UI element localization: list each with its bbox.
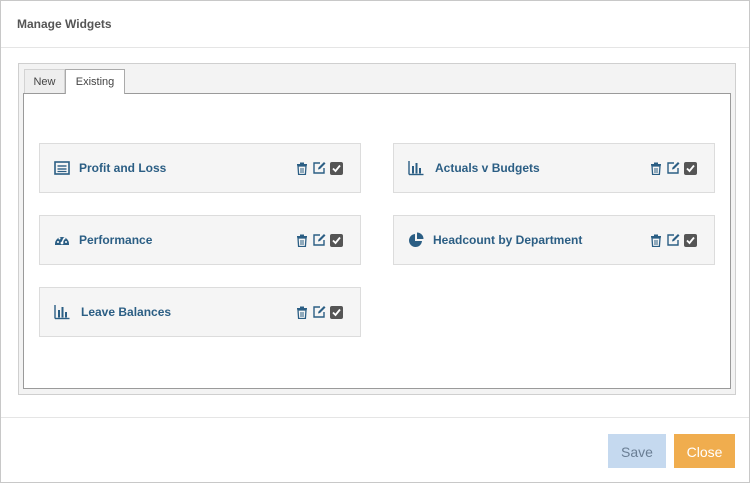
modal-header: Manage Widgets	[1, 1, 749, 48]
close-button[interactable]: Close	[674, 434, 735, 468]
save-button[interactable]: Save	[608, 434, 666, 468]
widget-label: Headcount by Department	[433, 233, 583, 247]
trash-icon[interactable]	[650, 162, 662, 175]
edit-icon[interactable]	[666, 161, 680, 175]
widget-actions	[296, 161, 346, 177]
edit-icon[interactable]	[666, 233, 680, 247]
edit-icon[interactable]	[312, 305, 326, 319]
modal-title: Manage Widgets	[17, 17, 112, 31]
edit-icon[interactable]	[312, 161, 326, 175]
widget-leave-balances: Leave Balances	[39, 287, 361, 337]
trash-icon[interactable]	[296, 306, 308, 319]
existing-widgets-list: Profit and Loss Actuals v Budgets Perfor…	[23, 93, 731, 389]
checkbox-checked-icon[interactable]	[330, 162, 343, 175]
widget-actuals-v-budgets: Actuals v Budgets	[393, 143, 715, 193]
widget-actions	[296, 233, 346, 249]
widget-actions	[650, 233, 700, 249]
widgets-panel: New Existing Profit and Loss Actuals v B…	[18, 63, 736, 395]
list-alt-icon	[54, 161, 70, 175]
trash-icon[interactable]	[650, 234, 662, 247]
widget-label: Actuals v Budgets	[435, 161, 540, 175]
edit-icon[interactable]	[312, 233, 326, 247]
checkbox-checked-icon[interactable]	[684, 162, 697, 175]
pie-chart-icon	[409, 232, 424, 247]
checkbox-checked-icon[interactable]	[330, 306, 343, 319]
widget-label: Leave Balances	[81, 305, 172, 319]
modal-footer: Save Close	[1, 417, 749, 483]
trash-icon[interactable]	[296, 162, 308, 175]
checkbox-checked-icon[interactable]	[684, 234, 697, 247]
widget-profit-and-loss: Profit and Loss	[39, 143, 361, 193]
widget-headcount-by-department: Headcount by Department	[393, 215, 715, 265]
tab-new[interactable]: New	[24, 69, 65, 93]
widget-actions	[296, 305, 346, 321]
widget-label: Performance	[79, 233, 153, 247]
widget-performance: Performance	[39, 215, 361, 265]
dashboard-gauge-icon	[55, 237, 69, 245]
checkbox-checked-icon[interactable]	[330, 234, 343, 247]
bar-chart-icon	[408, 161, 424, 176]
manage-widgets-modal: Manage Widgets New Existing Profit and L…	[0, 0, 750, 483]
tab-existing[interactable]: Existing	[65, 69, 125, 94]
widget-label: Profit and Loss	[79, 161, 167, 175]
bar-chart-icon	[54, 305, 70, 320]
trash-icon[interactable]	[296, 234, 308, 247]
widget-actions	[650, 161, 700, 177]
